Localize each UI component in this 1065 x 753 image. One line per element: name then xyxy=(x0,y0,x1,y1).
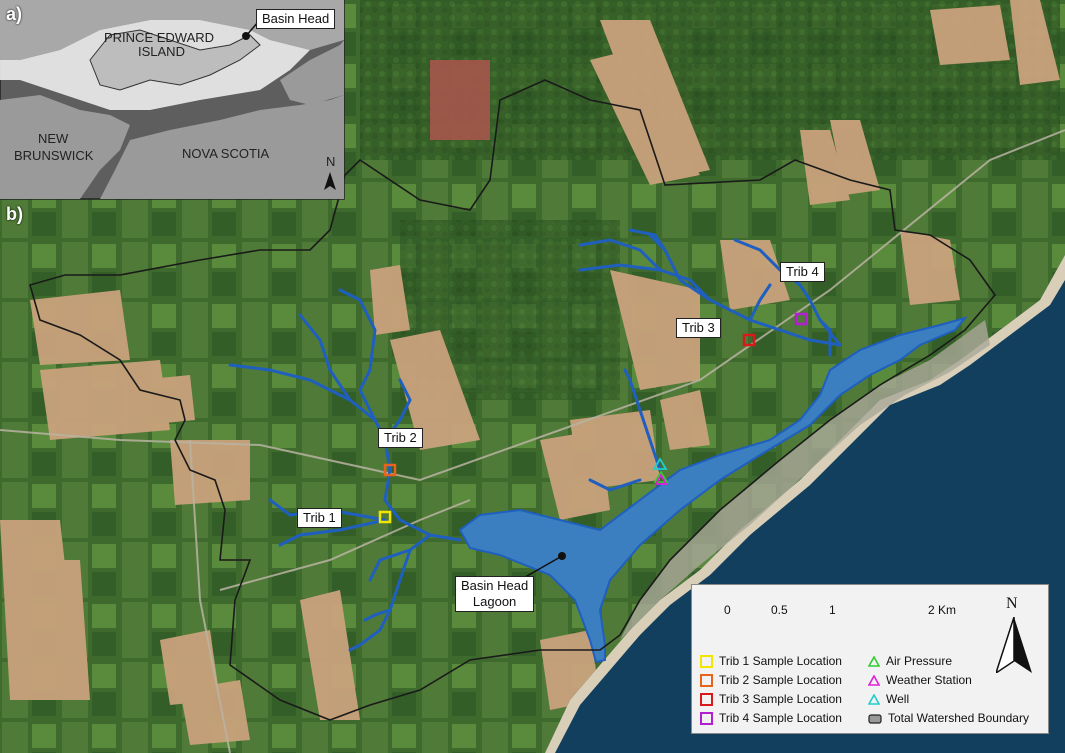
panel-label-a: a) xyxy=(6,4,23,24)
inset-label-nb-line1: NEW xyxy=(38,131,69,146)
inset-label-pei-line2: ISLAND xyxy=(138,44,185,59)
inset-label-nb-line2: BRUNSWICK xyxy=(14,148,94,163)
trib3-callout: Trib 3 xyxy=(676,318,721,338)
inset-label-ns: NOVA SCOTIA xyxy=(182,146,269,161)
lagoon-callout-line2: Lagoon xyxy=(472,594,517,609)
lagoon-callout: Basin Head Lagoon xyxy=(455,576,535,612)
north-label: N xyxy=(1006,595,1018,612)
legend-item-watershed-boundary: Total Watershed Boundary xyxy=(868,710,1029,726)
lagoon-callout-line1: Basin Head xyxy=(461,578,529,593)
legend-item-trib2: Trib 2 Sample Location xyxy=(700,672,842,688)
legend-item-trib3: Trib 3 Sample Location xyxy=(700,691,842,707)
scale-tick-1: 1 xyxy=(829,603,836,617)
north-arrow-icon xyxy=(996,617,1032,673)
lagoon-point xyxy=(558,552,566,560)
red-square-icon xyxy=(700,693,713,707)
inset-north-label: N xyxy=(326,154,335,169)
boundary-swatch-icon xyxy=(868,714,882,724)
green-triangle-icon xyxy=(868,656,880,668)
trib2-callout: Trib 2 xyxy=(378,428,423,448)
scale-tick-2km: 2 Km xyxy=(928,603,957,617)
scale-tick-0-5: 0.5 xyxy=(771,603,788,617)
trib4-callout: Trib 4 xyxy=(780,262,825,282)
purple-square-icon xyxy=(700,712,713,726)
legend-item-weather-station: Weather Station xyxy=(868,672,972,688)
scale-tick-0: 0 xyxy=(724,603,731,617)
inset-label-pei-line1: PRINCE EDWARD xyxy=(104,30,214,45)
legend-item-trib1: Trib 1 Sample Location xyxy=(700,653,842,669)
legend-item-trib4: Trib 4 Sample Location xyxy=(700,710,842,726)
figure: PRINCE EDWARD ISLAND NEW BRUNSWICK NOVA … xyxy=(0,0,1065,753)
cyan-triangle-icon xyxy=(868,694,880,706)
map-legend: 0 0.5 1 2 Km N Trib 1 Sample Location Tr… xyxy=(691,584,1049,734)
trib1-callout: Trib 1 xyxy=(297,508,342,528)
yellow-square-icon xyxy=(700,655,713,669)
legend-item-well: Well xyxy=(868,691,909,707)
panel-label-b: b) xyxy=(6,204,23,224)
orange-square-icon xyxy=(700,674,713,688)
magenta-triangle-icon xyxy=(868,675,880,687)
basin-head-inset-callout: Basin Head xyxy=(256,9,336,29)
legend-item-air-pressure: Air Pressure xyxy=(868,653,952,669)
